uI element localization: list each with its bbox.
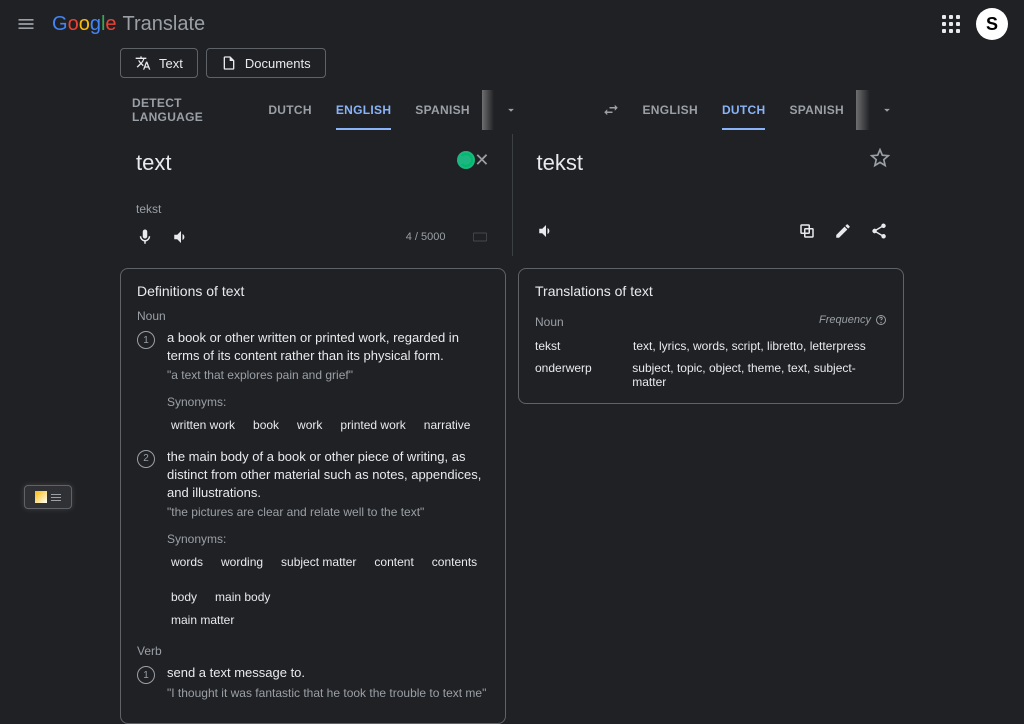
- translate-icon: [135, 55, 151, 71]
- document-icon: [221, 55, 237, 71]
- keyboard-button[interactable]: [472, 229, 488, 245]
- star-icon: [870, 148, 890, 168]
- speaker-icon: [537, 222, 555, 240]
- mic-button[interactable]: [136, 228, 154, 246]
- synonym[interactable]: narrative: [424, 417, 471, 434]
- swap-icon: [602, 101, 620, 119]
- lang-english-tgt[interactable]: ENGLISH: [630, 90, 709, 130]
- synonyms-label: Synonyms:: [167, 394, 489, 411]
- pos-noun: Noun: [137, 309, 489, 323]
- synonym[interactable]: wording: [221, 554, 263, 571]
- definitions-title: Definitions of text: [137, 283, 489, 299]
- translations-title: Translations of text: [535, 283, 653, 299]
- help-icon[interactable]: [875, 314, 887, 326]
- clear-input-button[interactable]: ✕: [474, 150, 489, 171]
- target-lang-more[interactable]: [870, 103, 904, 117]
- listen-source-button[interactable]: [172, 228, 190, 246]
- pencil-icon: [834, 222, 852, 240]
- source-language-tabs: DETECT LANGUAGE DUTCH ENGLISH SPANISH: [120, 90, 528, 130]
- synonym[interactable]: main matter: [171, 612, 234, 629]
- copy-icon: [798, 222, 816, 240]
- definition-text: send a text message to.: [167, 664, 486, 682]
- pos-verb: Verb: [137, 644, 489, 658]
- definition-item: 1 a book or other written or printed wor…: [137, 329, 489, 440]
- def-number: 1: [137, 666, 155, 684]
- mic-icon: [136, 228, 154, 246]
- lang-detect[interactable]: DETECT LANGUAGE: [120, 90, 256, 130]
- synonym[interactable]: words: [171, 554, 203, 571]
- char-count: 4 / 5000: [406, 231, 446, 243]
- listen-target-button[interactable]: [537, 222, 555, 240]
- grammarly-widget[interactable]: [457, 151, 475, 169]
- definition-example: "the pictures are clear and relate well …: [167, 504, 489, 521]
- synonym[interactable]: contents: [432, 554, 477, 571]
- app-header: Google Translate S: [0, 0, 1024, 48]
- synonym[interactable]: written work: [171, 417, 235, 434]
- copy-button[interactable]: [798, 222, 816, 240]
- edit-button[interactable]: [834, 222, 852, 240]
- keyboard-icon: [472, 229, 488, 245]
- definition-example: "I thought it was fantastic that he took…: [167, 685, 486, 702]
- target-panel: tekst: [521, 134, 905, 256]
- chevron-down-icon: [504, 103, 518, 117]
- frequency-label: Frequency: [819, 314, 887, 326]
- hamburger-icon[interactable]: [16, 14, 36, 34]
- lang-dutch-src[interactable]: DUTCH: [256, 90, 324, 130]
- definition-text: a book or other written or printed work,…: [167, 329, 489, 365]
- share-button[interactable]: [870, 222, 888, 240]
- os-widget[interactable]: [24, 485, 72, 509]
- avatar[interactable]: S: [976, 8, 1008, 40]
- synonym[interactable]: body: [171, 589, 197, 606]
- lang-english-src[interactable]: ENGLISH: [324, 90, 403, 130]
- lang-dutch-tgt[interactable]: DUTCH: [710, 90, 778, 130]
- def-number: 2: [137, 450, 155, 468]
- synonyms-label: Synonyms:: [167, 531, 489, 548]
- save-translation-button[interactable]: [870, 148, 890, 168]
- definitions-panel: Definitions of text Noun 1 a book or oth…: [120, 268, 506, 724]
- share-icon: [870, 222, 888, 240]
- synonym[interactable]: work: [297, 417, 322, 434]
- source-transliteration: tekst: [120, 186, 504, 222]
- synonym[interactable]: subject matter: [281, 554, 356, 571]
- translation-row[interactable]: tekst text, lyrics, words, script, libre…: [535, 339, 887, 353]
- tab-documents[interactable]: Documents: [206, 48, 326, 78]
- target-text-output: tekst: [521, 134, 905, 186]
- synonym[interactable]: book: [253, 417, 279, 434]
- source-lang-more[interactable]: [494, 103, 528, 117]
- google-translate-logo[interactable]: Google Translate: [52, 13, 205, 36]
- synonym[interactable]: content: [374, 554, 413, 571]
- def-number: 1: [137, 331, 155, 349]
- pos-noun-trans: Noun: [535, 315, 564, 329]
- lang-spanish-src[interactable]: SPANISH: [403, 90, 482, 130]
- source-text-input[interactable]: text: [120, 134, 504, 186]
- translations-panel: Translations of text Noun Frequency teks…: [518, 268, 904, 404]
- translation-row[interactable]: onderwerp subject, topic, object, theme,…: [535, 361, 887, 389]
- definition-example: "a text that explores pain and grief": [167, 367, 489, 384]
- product-name: Translate: [123, 13, 206, 36]
- lang-spanish-tgt[interactable]: SPANISH: [777, 90, 856, 130]
- target-language-tabs: ENGLISH DUTCH SPANISH: [592, 90, 904, 130]
- chevron-down-icon: [880, 103, 894, 117]
- swap-languages-button[interactable]: [592, 101, 630, 119]
- speaker-icon: [172, 228, 190, 246]
- definition-item: 1 send a text message to. "I thought it …: [137, 664, 489, 701]
- definition-item: 2 the main body of a book or other piece…: [137, 448, 489, 635]
- synonym[interactable]: main body: [215, 589, 270, 606]
- definition-text: the main body of a book or other piece o…: [167, 448, 489, 503]
- apps-icon[interactable]: [942, 15, 960, 33]
- source-panel: text ✕ tekst 4 / 5000: [120, 134, 504, 256]
- synonym[interactable]: printed work: [340, 417, 405, 434]
- tab-text[interactable]: Text: [120, 48, 198, 78]
